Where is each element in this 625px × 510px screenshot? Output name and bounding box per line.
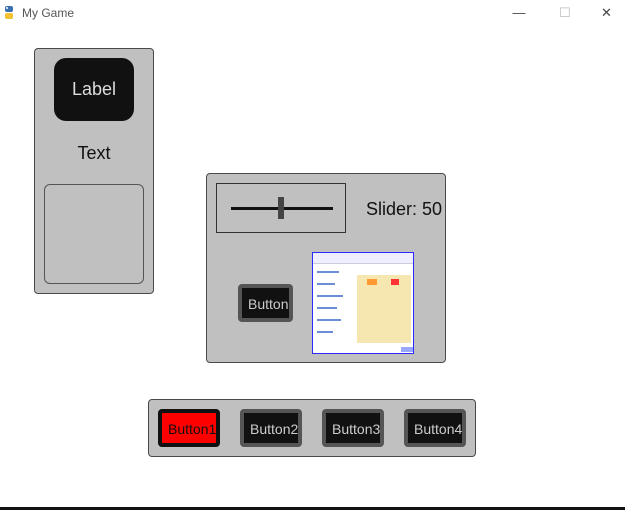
static-text: Text	[77, 143, 111, 163]
thumbnail-sidebar	[315, 265, 355, 351]
title-bar[interactable]: My Game — ☐ ✕	[0, 0, 625, 26]
button3[interactable]: Button3	[322, 409, 384, 447]
button2[interactable]: Button2	[240, 409, 302, 447]
image-thumbnail	[312, 252, 414, 354]
empty-container	[44, 184, 144, 284]
slider-value-label: Slider: 50	[366, 199, 443, 219]
label-box: Label	[54, 58, 134, 121]
minimize-button[interactable]: —	[496, 0, 542, 26]
main-button[interactable]: Button	[238, 284, 293, 322]
thumbnail-table	[357, 275, 411, 343]
slider[interactable]	[216, 183, 346, 233]
window-title: My Game	[22, 6, 75, 20]
thumbnail-footer-bar	[401, 347, 413, 352]
maximize-button[interactable]: ☐	[542, 0, 588, 26]
thumbnail-highlight	[367, 279, 377, 285]
close-button[interactable]: ✕	[588, 0, 625, 26]
pygame-snake-icon	[5, 6, 13, 19]
thumbnail-header	[313, 253, 413, 264]
button1[interactable]: Button1	[158, 409, 220, 447]
slider-handle[interactable]	[278, 197, 284, 219]
thumbnail-alert-cell	[391, 279, 399, 285]
button4[interactable]: Button4	[404, 409, 466, 447]
